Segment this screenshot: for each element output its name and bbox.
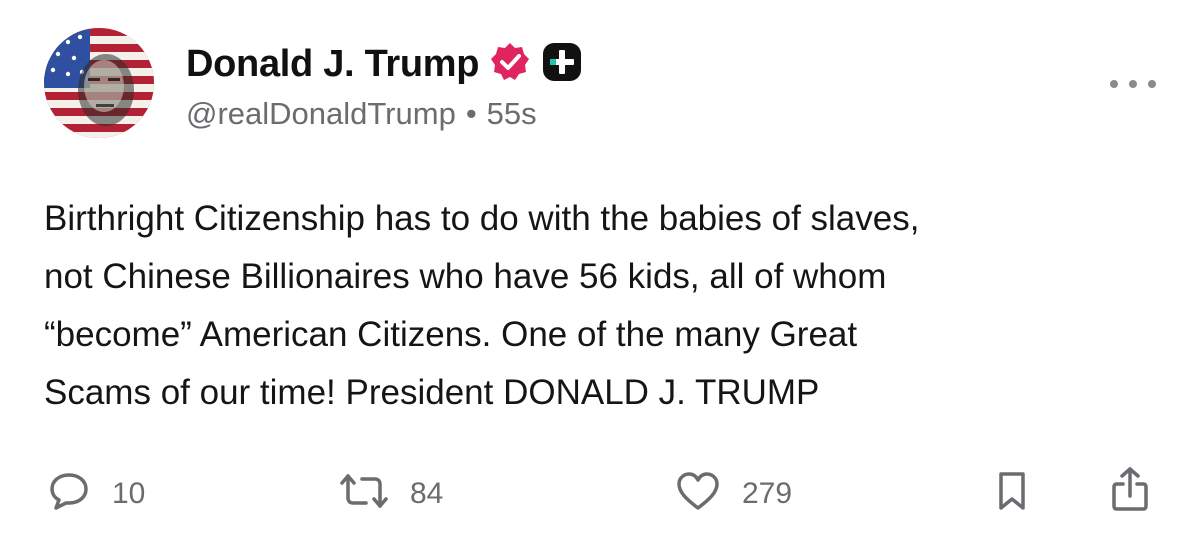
share-icon	[1110, 466, 1150, 517]
post-actions: 10 84 279	[0, 462, 1200, 516]
reply-count: 10	[112, 476, 146, 510]
post-card: Donald J. Trump @realDonaldTrump • 55s B…	[0, 0, 1200, 540]
bookmark-icon	[994, 470, 1030, 517]
more-horizontal-icon-dot	[1129, 80, 1137, 88]
verified-check-icon	[489, 41, 531, 88]
reply-button[interactable]: 10	[48, 470, 145, 517]
post-timestamp[interactable]: 55s	[487, 96, 537, 132]
author-handle-row: @realDonaldTrump • 55s	[186, 96, 537, 132]
comment-icon	[48, 470, 90, 517]
like-count: 279	[742, 476, 793, 510]
repost-count: 84	[410, 476, 444, 510]
like-button[interactable]: 279	[676, 470, 792, 517]
more-options-button[interactable]	[1110, 74, 1156, 94]
bookmark-button[interactable]	[994, 470, 1030, 517]
post-text-line: Birthright Citizenship has to do with th…	[44, 199, 920, 238]
post-text: Birthright Citizenship has to do with th…	[44, 190, 1164, 422]
repost-icon	[340, 470, 388, 517]
post-text-line: Scams of our time! President DONALD J. T…	[44, 373, 820, 412]
separator-dot: •	[465, 96, 477, 131]
share-button[interactable]	[1110, 466, 1150, 517]
repost-button[interactable]: 84	[340, 470, 443, 517]
more-horizontal-icon-dot	[1148, 80, 1156, 88]
author-display-name[interactable]: Donald J. Trump	[186, 43, 480, 86]
post-text-line: not Chinese Billionaires who have 56 kid…	[44, 257, 887, 296]
avatar-image	[44, 28, 154, 138]
avatar[interactable]	[44, 28, 154, 138]
plus-badge-icon	[541, 41, 583, 88]
heart-icon	[676, 470, 720, 517]
author-handle[interactable]: @realDonaldTrump	[186, 96, 456, 132]
post-text-line: “become” American Citizens. One of the m…	[44, 315, 858, 354]
more-horizontal-icon-dot	[1110, 80, 1118, 88]
author-name-row: Donald J. Trump	[186, 40, 583, 88]
